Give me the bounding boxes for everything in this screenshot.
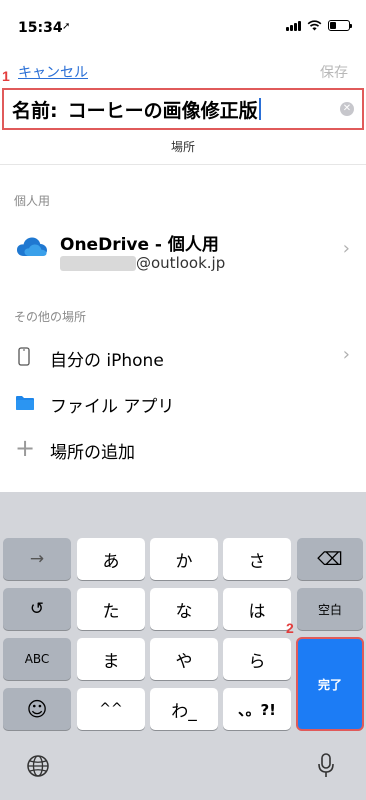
key-ya[interactable]: や [150,638,218,680]
key-arrow[interactable]: → [3,538,71,580]
key-wa[interactable]: わ_ [150,688,218,730]
file-name-field[interactable]: 名前: コーヒーの画像修正版 ✕ [2,88,364,130]
section-title-other: その他の場所 [14,310,87,324]
keyboard: → ↺ ABC ☺ あ か さ た な は ま や ら ^^ わ_ 、。?! ⌫… [0,492,366,800]
wifi-icon [307,20,322,31]
battery-icon [328,20,352,31]
section-title-personal: 個人用 [14,194,51,208]
key-undo[interactable]: ↺ [3,588,71,630]
location-label: 自分の iPhone [50,351,164,371]
cancel-button[interactable]: キャンセル [18,62,88,82]
key-space[interactable]: 空白 [297,588,363,630]
status-bar: 15:34 ➚ [0,0,366,44]
clear-text-icon[interactable]: ✕ [340,102,354,116]
key-ma[interactable]: ま [77,638,145,680]
location-files-app[interactable]: ファイル アプリ [0,384,366,422]
folder-icon [16,396,34,410]
text-cursor [258,98,261,120]
plus-icon: + [15,434,36,462]
delete-icon[interactable]: ⌫ [297,538,363,580]
key-a[interactable]: あ [77,538,145,580]
phone-icon [18,347,30,366]
chevron-right-icon: › [342,238,350,259]
key-dakuten[interactable]: ^^ [77,688,145,730]
file-name-value: コーヒーの画像修正版 [67,99,258,122]
location-my-iphone[interactable]: 自分の iPhone › [0,338,366,376]
file-name-label: 名前: [12,99,58,122]
key-ra[interactable]: ら [223,638,291,680]
location-label: 場所の追加 [50,443,135,463]
key-ta[interactable]: た [77,588,145,630]
location-arrow-icon: ➚ [62,21,71,32]
divider [0,164,366,165]
chevron-right-icon: › [342,344,350,365]
location-onedrive[interactable]: OneDrive - 個人用 @outlook.jp › [0,224,366,280]
onedrive-cloud-icon [17,237,47,256]
key-emoji[interactable]: ☺ [3,688,71,730]
location-label: ファイル アプリ [50,397,175,417]
key-abc[interactable]: ABC [3,638,71,680]
annotation-marker-2: 2 [286,620,294,636]
annotation-marker-1: 1 [2,68,10,84]
key-ka[interactable]: か [150,538,218,580]
status-time: 15:34 [18,20,63,36]
add-location[interactable]: + 場所の追加 [0,430,366,468]
status-indicators [286,20,352,31]
key-punctuation[interactable]: 、。?! [223,688,291,730]
globe-icon[interactable] [26,754,50,778]
key-na[interactable]: な [150,588,218,630]
onedrive-account: @outlook.jp [136,254,226,272]
location-header: 場所 [170,140,195,154]
done-button[interactable]: 完了 [296,637,364,731]
mic-icon[interactable] [316,752,336,780]
account-name-redacted [60,256,136,271]
key-ha[interactable]: は [223,588,291,630]
key-sa[interactable]: さ [223,538,291,580]
onedrive-title: OneDrive - 個人用 [60,235,219,255]
signal-icon [286,20,301,31]
save-button[interactable]: 保存 [320,62,348,82]
